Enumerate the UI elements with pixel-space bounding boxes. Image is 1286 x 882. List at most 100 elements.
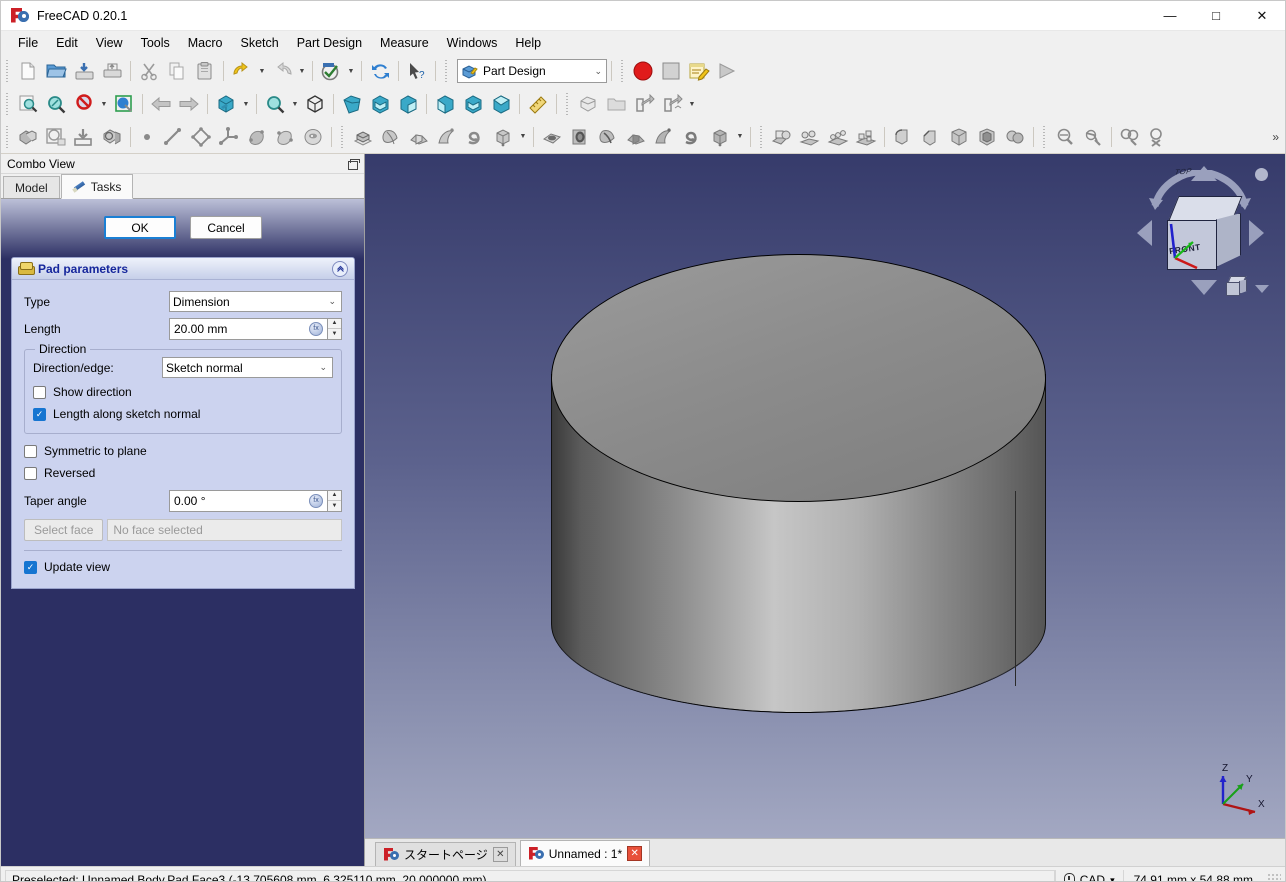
nav-arrow-right-icon[interactable] [1249, 220, 1264, 246]
boolean-icon[interactable] [768, 123, 796, 151]
std-views-dropdown-icon[interactable]: ▼ [240, 91, 252, 117]
draw-style-icon[interactable] [70, 90, 98, 118]
taper-angle-input[interactable]: 0.00 ° fx [169, 489, 327, 512]
taper-angle-step-down[interactable]: ▼ [328, 501, 341, 511]
subtractive-loft-icon[interactable] [622, 123, 650, 151]
taper-angle-stepper[interactable]: ▲ ▼ [327, 489, 342, 512]
create-clone-icon[interactable] [299, 123, 327, 151]
subtractive-helix-icon[interactable] [678, 123, 706, 151]
workbench-selector[interactable]: Part Design ⌄ [457, 59, 607, 83]
document-tab-unnamed-close-icon[interactable]: ✕ [627, 846, 643, 861]
subtractive-primitive-icon[interactable] [706, 123, 734, 151]
partdesign-transform-grip[interactable] [758, 125, 766, 148]
top-view-icon[interactable] [366, 90, 394, 118]
refresh-selection-icon[interactable] [317, 57, 345, 85]
undo-dropdown-icon[interactable]: ▼ [256, 58, 268, 84]
draw-style-dropdown-icon[interactable]: ▼ [98, 91, 110, 117]
nav-cube-menu-arrow-icon[interactable] [1255, 285, 1269, 293]
partdesign-modeling-grip[interactable] [339, 125, 347, 148]
revolution-icon[interactable] [377, 123, 405, 151]
undo-icon[interactable] [228, 57, 256, 85]
resize-grip[interactable] [1267, 873, 1281, 881]
view-toolbar-grip[interactable] [4, 93, 12, 115]
measure-angular-icon[interactable] [1079, 123, 1107, 151]
symmetric-checkbox[interactable] [24, 444, 37, 458]
length-stepper[interactable]: ▲ ▼ [327, 317, 342, 340]
subtractive-primitive-dropdown-icon[interactable]: ▼ [734, 124, 746, 150]
length-along-normal-checkbox[interactable] [33, 407, 46, 421]
expression-editor-icon[interactable]: fx [309, 493, 323, 508]
rear-view-icon[interactable] [431, 90, 459, 118]
new-document-icon[interactable] [14, 57, 42, 85]
menu-edit[interactable]: Edit [47, 33, 87, 53]
fit-selection-icon[interactable] [42, 90, 70, 118]
save-document-icon[interactable] [70, 57, 98, 85]
minimize-button[interactable]: — [1147, 1, 1193, 31]
length-input[interactable]: 20.00 mm fx [169, 317, 327, 340]
pocket-icon[interactable] [538, 123, 566, 151]
refresh-selection-dropdown-icon[interactable]: ▼ [345, 58, 357, 84]
measure-toolbar-grip[interactable] [1041, 125, 1049, 148]
maximize-button[interactable]: □ [1193, 1, 1239, 31]
create-shapebinder-icon[interactable] [243, 123, 271, 151]
part-view-icon[interactable] [574, 90, 602, 118]
fit-all-icon[interactable] [14, 90, 42, 118]
zoom-icon[interactable] [261, 90, 289, 118]
length-along-normal-row[interactable]: Length along sketch normal [33, 403, 333, 425]
structure-toolbar-grip[interactable] [564, 93, 572, 115]
menu-tools[interactable]: Tools [132, 33, 179, 53]
menu-measure[interactable]: Measure [371, 33, 438, 53]
measure-icon[interactable] [524, 90, 552, 118]
update-view-row[interactable]: Update view [24, 556, 342, 578]
toolbar-grip[interactable] [4, 60, 12, 82]
update-view-checkbox[interactable] [24, 560, 37, 574]
partdesign-helper-grip[interactable] [4, 125, 12, 148]
document-tab-start-page-close-icon[interactable]: ✕ [492, 847, 508, 862]
next-view-icon[interactable] [175, 90, 203, 118]
create-plane-icon[interactable] [187, 123, 215, 151]
tab-model[interactable]: Model [3, 176, 60, 198]
front-view-icon[interactable] [338, 90, 366, 118]
whats-this-icon[interactable]: ? [403, 57, 431, 85]
scaled-icon[interactable] [1001, 123, 1029, 151]
document-tab-start-page[interactable]: スタートページ ✕ [375, 842, 516, 866]
thickness-icon[interactable] [973, 123, 1001, 151]
left-view-icon[interactable] [487, 90, 515, 118]
show-direction-checkbox[interactable] [33, 385, 46, 399]
create-body-icon[interactable] [14, 123, 42, 151]
create-line-icon[interactable] [159, 123, 187, 151]
open-document-icon[interactable] [42, 57, 70, 85]
zoom-dropdown-icon[interactable]: ▼ [289, 91, 301, 117]
cylinder-top-face[interactable] [551, 254, 1046, 502]
pad-icon[interactable] [349, 123, 377, 151]
taper-angle-step-up[interactable]: ▲ [328, 491, 341, 501]
copy-icon[interactable] [163, 57, 191, 85]
navigation-cube[interactable]: TOP FRONT [1129, 162, 1271, 302]
expression-editor-icon[interactable]: fx [309, 321, 323, 336]
menu-view[interactable]: View [87, 33, 132, 53]
reversed-row[interactable]: Reversed [24, 462, 342, 484]
measure-refresh-icon[interactable] [1116, 123, 1144, 151]
tab-tasks[interactable]: Tasks [60, 174, 134, 199]
bottom-view-icon[interactable] [459, 90, 487, 118]
create-subshapebinder-icon[interactable] [271, 123, 299, 151]
link-actions-icon[interactable] [658, 90, 686, 118]
workbench-toolbar-grip[interactable] [443, 60, 451, 82]
mirrored-icon[interactable] [796, 123, 824, 151]
additive-primitive-dropdown-icon[interactable]: ▼ [517, 124, 529, 150]
macro-execute-icon[interactable] [713, 57, 741, 85]
hole-icon[interactable] [566, 123, 594, 151]
ok-button[interactable]: OK [104, 216, 176, 239]
close-button[interactable]: ✕ [1239, 1, 1285, 31]
additive-loft-icon[interactable] [405, 123, 433, 151]
refresh-icon[interactable] [366, 57, 394, 85]
toggle-axis-cross-icon[interactable] [110, 90, 138, 118]
nav-arrow-left-icon[interactable] [1137, 220, 1152, 246]
menu-macro[interactable]: Macro [179, 33, 232, 53]
additive-primitive-icon[interactable] [489, 123, 517, 151]
subtractive-pipe-icon[interactable] [650, 123, 678, 151]
macro-edit-icon[interactable] [685, 57, 713, 85]
cylinder-pad-solid[interactable] [551, 254, 1046, 759]
document-tab-unnamed[interactable]: Unnamed : 1* ✕ [519, 840, 651, 866]
symmetric-row[interactable]: Symmetric to plane [24, 440, 342, 462]
